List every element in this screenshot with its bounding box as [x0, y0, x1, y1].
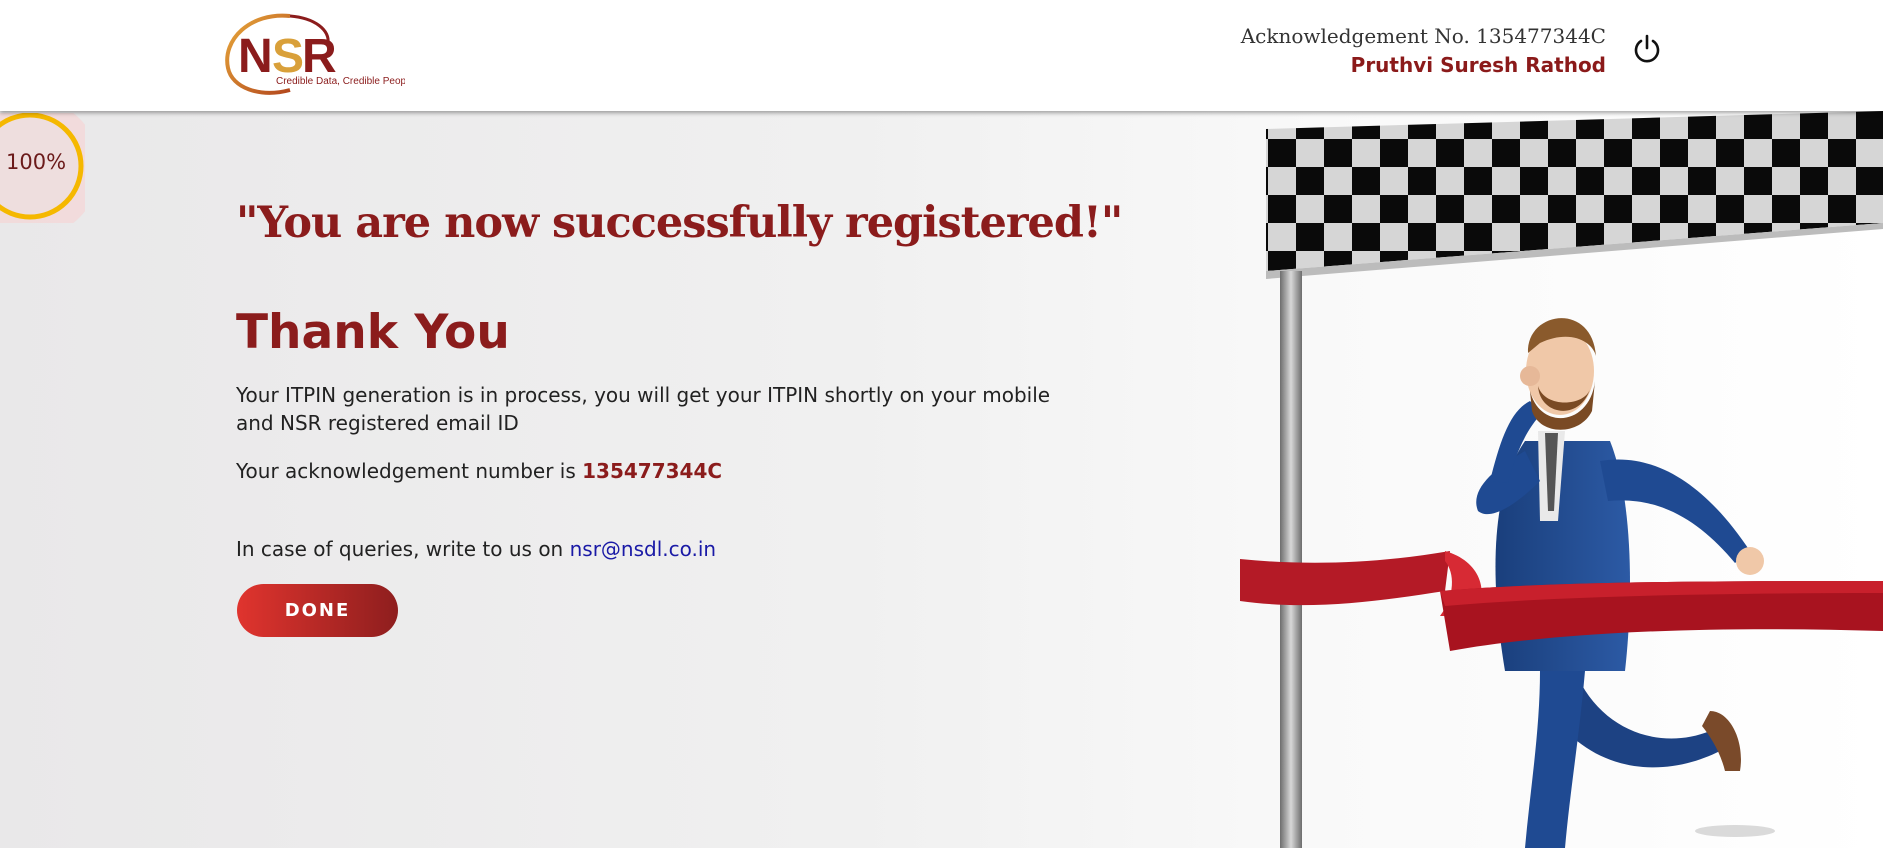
thank-you-heading: Thank You: [236, 305, 510, 360]
svg-text:N: N: [238, 30, 273, 83]
progress-percent: 100%: [6, 150, 67, 174]
finish-line-illustration: [1240, 111, 1883, 848]
done-button[interactable]: DONE: [237, 584, 398, 637]
user-name: Pruthvi Suresh Rathod: [1350, 53, 1606, 77]
acknowledgement-number: Acknowledgement No. 135477344C: [1240, 24, 1606, 48]
nsr-logo: N S R Credible Data, Credible People: [225, 13, 405, 95]
success-title: "You are now successfully registered!": [236, 198, 1123, 248]
ack-number: 135477344C: [582, 459, 723, 483]
svg-text:Credible Data, Credible People: Credible Data, Credible People: [276, 76, 405, 87]
support-email-link[interactable]: nsr@nsdl.co.in: [570, 537, 717, 561]
acknowledgement-message: Your acknowledgement number is 135477344…: [236, 457, 1066, 485]
itpin-message: Your ITPIN generation is in process, you…: [236, 383, 1051, 435]
header-bar: N S R Credible Data, Credible People Ack…: [0, 0, 1883, 111]
ack-prefix: Your acknowledgement number is: [236, 459, 583, 483]
query-message: In case of queries, write to us on nsr@n…: [236, 535, 1066, 563]
power-icon[interactable]: [1631, 33, 1663, 65]
query-prefix: In case of queries, write to us on: [236, 537, 570, 561]
